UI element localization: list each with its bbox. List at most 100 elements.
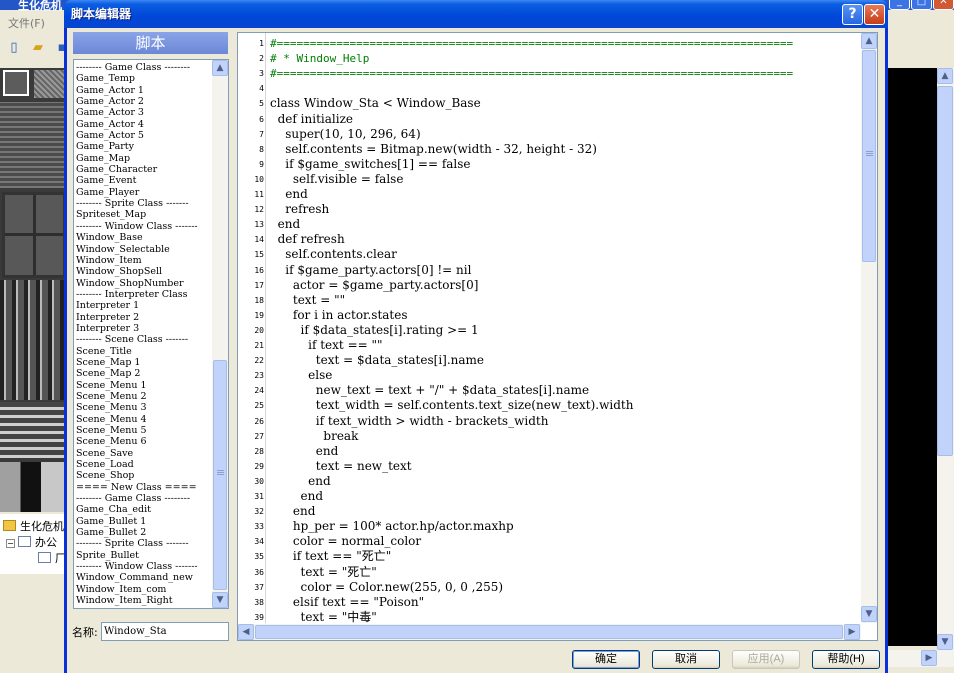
script-list-item[interactable]: Window_Selectable xyxy=(76,244,212,255)
script-list-item[interactable]: -------- Window Class ------- xyxy=(76,561,212,572)
code-line[interactable]: end xyxy=(270,187,308,202)
script-list-item[interactable]: Sprite_Bullet xyxy=(76,550,212,561)
script-list-scrollbar[interactable]: ▲ ▼ xyxy=(212,60,228,608)
script-list-item[interactable]: Window_Item_com xyxy=(76,584,212,595)
script-list-item[interactable]: Scene_Shop xyxy=(76,470,212,481)
tree-item[interactable]: 生化危机 xyxy=(3,518,64,534)
tile[interactable] xyxy=(0,402,68,458)
code-line[interactable]: def initialize xyxy=(270,112,353,127)
close-icon[interactable]: ✕ xyxy=(933,0,954,10)
script-list-item[interactable]: Scene_Menu 5 xyxy=(76,425,212,436)
code-line[interactable]: hp_per = 100* actor.hp/actor.maxhp xyxy=(270,519,514,534)
cancel-button[interactable]: 取消 xyxy=(652,650,720,669)
script-list-item[interactable]: Game_Actor 1 xyxy=(76,85,212,96)
tile[interactable] xyxy=(0,102,68,188)
code-line[interactable]: super(10, 10, 296, 64) xyxy=(270,127,420,142)
collapse-icon[interactable]: − xyxy=(6,539,15,548)
script-list-item[interactable]: -------- Game Class -------- xyxy=(76,493,212,504)
code-line[interactable]: refresh xyxy=(270,202,329,217)
script-list-item[interactable]: Game_Player xyxy=(76,187,212,198)
code-line[interactable]: actor = $game_party.actors[0] xyxy=(270,278,479,293)
script-list-item[interactable]: Scene_Menu 3 xyxy=(76,402,212,413)
code-line[interactable]: end xyxy=(270,489,324,504)
script-name-input[interactable] xyxy=(101,622,229,641)
scroll-thumb[interactable] xyxy=(255,625,843,639)
code-line[interactable]: self.contents.clear xyxy=(270,247,397,262)
code-line[interactable]: if $game_switches[1] == false xyxy=(270,157,470,172)
script-list-item[interactable]: -------- Window Class ------- xyxy=(76,221,212,232)
code-line[interactable]: if $game_party.actors[0] != nil xyxy=(270,263,471,278)
scroll-down-icon[interactable]: ▼ xyxy=(861,606,877,622)
script-list-item[interactable]: Interpreter 3 xyxy=(76,323,212,334)
scroll-thumb[interactable] xyxy=(862,50,876,262)
script-list-item[interactable]: -------- Game Class -------- xyxy=(76,62,212,73)
close-icon[interactable]: ✕ xyxy=(864,4,885,25)
script-list-item[interactable]: Scene_Menu 1 xyxy=(76,380,212,391)
script-list-item[interactable]: Game_Actor 4 xyxy=(76,119,212,130)
code-line[interactable]: text = $data_states[i].name xyxy=(270,353,484,368)
code-line[interactable]: color = Color.new(255, 0, 0 ,255) xyxy=(270,580,504,595)
script-list-item[interactable]: -------- Sprite Class ------- xyxy=(76,198,212,209)
code-comment-line[interactable]: #=======================================… xyxy=(270,66,793,81)
script-list-item[interactable]: Game_Bullet 1 xyxy=(76,516,212,527)
script-list-item[interactable]: Game_Party xyxy=(76,141,212,152)
open-folder-icon[interactable]: ▰ xyxy=(30,40,46,56)
script-list-item[interactable]: Window_ShopNumber xyxy=(76,278,212,289)
script-list-item[interactable]: Window_Item_Right xyxy=(76,595,212,606)
dialog-title-bar[interactable]: 脚本编辑器 ? ✕ xyxy=(64,0,888,28)
tile[interactable] xyxy=(0,462,68,512)
script-list-item[interactable]: Game_Map xyxy=(76,153,212,164)
scroll-thumb[interactable] xyxy=(213,360,227,590)
code-line[interactable]: elsif text == "Poison" xyxy=(270,595,424,610)
script-list-item[interactable]: Interpreter 2 xyxy=(76,312,212,323)
code-line[interactable]: end xyxy=(270,444,339,459)
tile[interactable] xyxy=(0,280,68,400)
script-list-item[interactable]: Scene_Map 2 xyxy=(76,368,212,379)
script-list-item[interactable]: Scene_Map 1 xyxy=(76,357,212,368)
code-line[interactable]: if text == "" xyxy=(270,338,382,353)
script-list[interactable]: -------- Game Class -------- Game_Temp Gam… xyxy=(73,59,229,609)
map-view[interactable]: ▲ ▼ xyxy=(887,68,954,650)
script-list-item[interactable]: Interpreter 1 xyxy=(76,300,212,311)
code-line[interactable]: text_width = self.contents.text_size(new… xyxy=(270,398,634,413)
menu-file[interactable]: 文件(F) xyxy=(8,15,45,31)
scroll-up-icon[interactable]: ▲ xyxy=(861,33,877,49)
code-line[interactable]: text = "死亡" xyxy=(270,565,377,580)
tree-item[interactable]: − 办公 xyxy=(6,534,57,550)
ok-button[interactable]: 确定 xyxy=(572,650,640,669)
script-list-item[interactable]: Window_Command_new xyxy=(76,572,212,583)
scroll-thumb[interactable] xyxy=(937,86,953,456)
maximize-icon[interactable]: □ xyxy=(911,0,932,10)
editor-horizontal-scrollbar[interactable]: ◀ ▶ xyxy=(238,624,861,640)
script-list-item[interactable]: ==== New Class ==== xyxy=(76,482,212,493)
code-line[interactable]: for i in actor.states xyxy=(270,308,408,323)
code-line[interactable]: class Window_Sta < Window_Base xyxy=(270,96,481,111)
code-editor[interactable]: 1 2 3 4 5 6 7 8 9 10 11 12 13 14 15 16 17 18 19 20 21 22 23 24 2… xyxy=(237,32,878,641)
code-line[interactable]: end xyxy=(270,217,301,232)
map-vertical-scrollbar[interactable]: ▲ ▼ xyxy=(937,68,954,650)
script-list-item[interactable]: Game_Cha_edit xyxy=(76,504,212,515)
window-tile[interactable] xyxy=(2,192,66,278)
code-line[interactable]: text = new_text xyxy=(270,459,412,474)
scroll-down-icon[interactable]: ▼ xyxy=(937,634,953,650)
tileset-panel[interactable] xyxy=(0,68,68,512)
new-file-icon[interactable]: ▯ xyxy=(6,40,22,56)
script-list-item[interactable]: -------- Interpreter Class xyxy=(76,289,212,300)
help-button[interactable]: 帮助(H) xyxy=(812,650,880,669)
script-list-item[interactable]: Scene_Save xyxy=(76,448,212,459)
code-line[interactable]: self.visible = false xyxy=(270,172,404,187)
tile-selected[interactable] xyxy=(3,70,29,96)
scroll-left-icon[interactable]: ◀ xyxy=(238,624,254,640)
script-list-item[interactable]: -------- Sprite Class ------- xyxy=(76,538,212,549)
script-list-item[interactable]: Spriteset_Map xyxy=(76,209,212,220)
code-line[interactable]: end xyxy=(270,504,316,519)
code-line[interactable]: text = "" xyxy=(270,293,345,308)
script-list-item[interactable]: Game_Actor 2 xyxy=(76,96,212,107)
scroll-up-icon[interactable]: ▲ xyxy=(937,68,953,84)
script-list-item[interactable]: Window_Item xyxy=(76,255,212,266)
tile[interactable] xyxy=(34,70,64,98)
code-area[interactable]: #=======================================… xyxy=(270,33,860,623)
script-list-item[interactable]: Game_Actor 5 xyxy=(76,130,212,141)
code-line[interactable]: self.contents = Bitmap.new(width - 32, h… xyxy=(270,142,597,157)
script-list-item[interactable]: Scene_Menu 4 xyxy=(76,414,212,425)
